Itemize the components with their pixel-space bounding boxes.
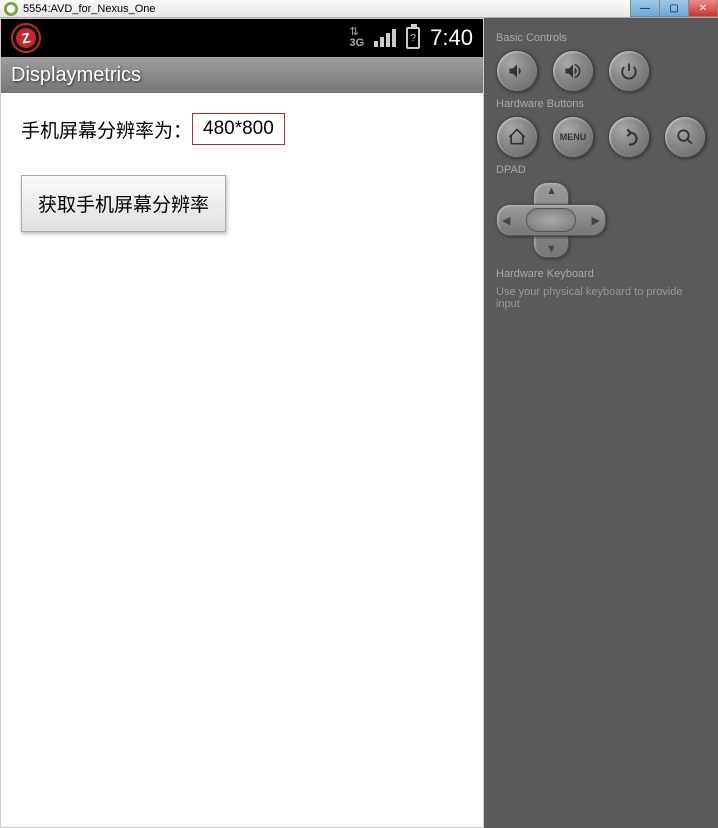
home-icon (507, 127, 527, 147)
app-content: 手机屏幕分辨率为： 480*800 获取手机屏幕分辨率 (1, 93, 483, 827)
dpad-label: DPAD (496, 164, 706, 176)
clock: 7:40 (430, 25, 473, 51)
app-title: Displaymetrics (1, 57, 483, 93)
get-resolution-button[interactable]: 获取手机屏幕分辨率 (21, 175, 226, 232)
resolution-value: 480*800 (192, 113, 285, 145)
volume-low-icon (507, 61, 527, 81)
minimize-button[interactable]: — (630, 0, 660, 17)
back-button[interactable] (608, 116, 650, 158)
signal-icon (374, 29, 396, 47)
volume-down-button[interactable] (496, 50, 538, 92)
dpad-down-button[interactable]: ▼ (546, 243, 557, 255)
resolution-label: 手机屏幕分辨率为： (21, 116, 192, 143)
app-logo-letter: Z (14, 26, 37, 49)
dpad-right-button[interactable]: ▶ (592, 214, 600, 227)
dpad-left-button[interactable]: ◀ (502, 214, 510, 227)
app-logo-icon: Z (9, 21, 44, 56)
search-icon (676, 128, 694, 146)
hardware-buttons-row: MENU (496, 116, 706, 158)
dpad: ▲ ▼ ◀ ▶ (496, 182, 606, 258)
basic-controls-row (496, 50, 706, 92)
hardware-buttons-label: Hardware Buttons (496, 98, 706, 110)
volume-high-icon (563, 61, 583, 81)
close-button[interactable]: ✕ (688, 0, 718, 17)
window-controls: — ▢ ✕ (631, 0, 718, 17)
main-area: Z ⇅ 3G ? 7:40 Displaymetrics 手机屏幕分辨率为 (0, 18, 718, 828)
home-button[interactable] (496, 116, 538, 158)
dpad-center-button[interactable] (526, 208, 576, 232)
search-button[interactable] (664, 116, 706, 158)
status-right: ⇅ 3G ? 7:40 (349, 25, 473, 51)
resolution-row: 手机屏幕分辨率为： 480*800 (21, 113, 463, 145)
back-icon (619, 127, 639, 147)
window-titlebar: ⬤ 5554:AVD_for_Nexus_One — ▢ ✕ (0, 0, 718, 18)
volume-up-button[interactable] (552, 50, 594, 92)
keyboard-hint: Use your physical keyboard to provide in… (496, 286, 706, 310)
hardware-keyboard-label: Hardware Keyboard (496, 268, 706, 280)
basic-controls-label: Basic Controls (496, 32, 706, 44)
network-3g-icon: ⇅ 3G (349, 27, 364, 49)
window-title: 5554:AVD_for_Nexus_One (23, 3, 156, 15)
emulator-screen: Z ⇅ 3G ? 7:40 Displaymetrics 手机屏幕分辨率为 (0, 18, 484, 828)
battery-icon: ? (406, 27, 420, 49)
dpad-up-button[interactable]: ▲ (546, 185, 557, 197)
android-emulator-icon: ⬤ (4, 2, 18, 16)
status-bar: Z ⇅ 3G ? 7:40 (1, 19, 483, 57)
maximize-button[interactable]: ▢ (659, 0, 689, 17)
menu-button[interactable]: MENU (552, 116, 594, 158)
control-panel: Basic Controls Hardware Buttons MENU (484, 18, 718, 828)
power-icon (620, 62, 638, 80)
power-button[interactable] (608, 50, 650, 92)
